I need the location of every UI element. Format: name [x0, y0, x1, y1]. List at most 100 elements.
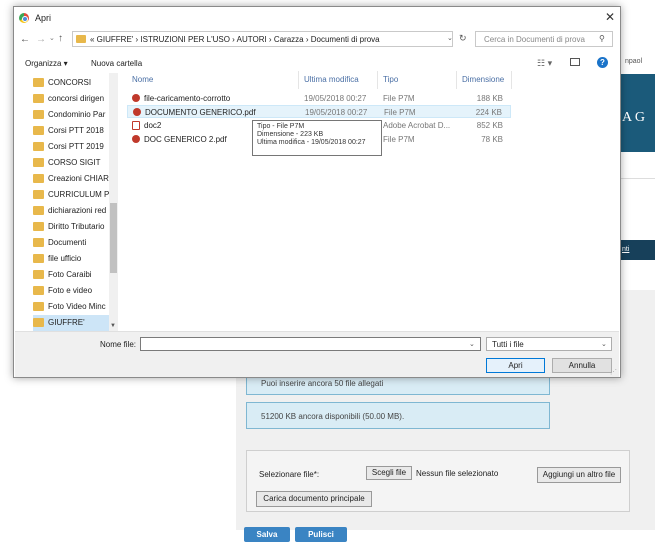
file-modified: 19/05/2018 00:27	[305, 108, 368, 117]
sidebar-folder-item[interactable]: concorsi dirigen	[33, 91, 117, 107]
chrome-icon	[19, 13, 29, 23]
folder-icon	[76, 35, 86, 43]
file-row[interactable]: file-caricamento-corrotto 19/05/2018 00:2…	[127, 92, 511, 105]
folder-icon	[33, 142, 44, 151]
search-icon: ⚲	[599, 34, 605, 43]
folder-icon	[33, 270, 44, 279]
sidebar-item-label: Foto e video	[48, 286, 93, 295]
cancel-button[interactable]: Annulla	[552, 358, 612, 373]
sidebar-item-label: Condominio Par	[48, 110, 106, 119]
save-button[interactable]: Salva	[244, 527, 290, 542]
breadcrumb[interactable]: « GIUFFRE' › ISTRUZIONI PER L'USO › AUTO…	[90, 35, 380, 44]
navigation-pane: CONCORSI concorsi dirigen Condominio Par Co…	[15, 73, 117, 331]
sidebar-item-label: dichiarazioni red	[48, 206, 107, 215]
view-options-icon[interactable]: ☷ ▾	[537, 58, 552, 69]
column-divider	[298, 71, 299, 89]
scrollbar-thumb[interactable]	[110, 203, 117, 273]
sidebar-folder-item[interactable]: Diritto Tributario	[33, 219, 117, 235]
sidebar-folder-item[interactable]: Corsi PTT 2018	[33, 123, 117, 139]
file-row[interactable]: DOCUMENTO GENERICO.pdf 19/05/2018 00:27 Fi…	[127, 105, 511, 118]
background-divider	[620, 178, 655, 179]
close-icon[interactable]: ✕	[605, 10, 615, 24]
choose-file-button[interactable]: Scegli file	[366, 466, 412, 480]
open-button[interactable]: Apri	[486, 358, 545, 373]
sidebar-item-label: concorsi dirigen	[48, 94, 105, 103]
sidebar-item-label: Corsi PTT 2018	[48, 126, 104, 135]
add-another-file-button[interactable]: Aggiungi un altro file	[537, 467, 621, 483]
folder-icon	[33, 318, 44, 327]
tooltip-type: Tipo - File P7M	[257, 123, 305, 130]
file-name: DOCUMENTO GENERICO.pdf	[145, 108, 256, 117]
column-divider	[511, 71, 512, 89]
sidebar-item-label: Diritto Tributario	[48, 222, 105, 231]
column-header-size[interactable]: Dimensione	[462, 75, 504, 84]
file-tooltip: Tipo - File P7M Dimensione - 223 KB Ulti…	[252, 120, 382, 156]
file-size: 78 KB	[481, 135, 503, 144]
column-divider	[456, 71, 457, 89]
column-header-type[interactable]: Tipo	[383, 75, 398, 84]
file-type: File P7M	[383, 94, 415, 103]
sidebar-item-label: Corsi PTT 2019	[48, 142, 104, 151]
sidebar-folder-item[interactable]: Condominio Par	[33, 107, 117, 123]
sidebar-folder-item[interactable]: Corsi PTT 2019	[33, 139, 117, 155]
recent-locations-chevron-icon[interactable]: ⌄	[49, 34, 55, 42]
sidebar-folder-item[interactable]: CORSO SIGIT	[33, 155, 117, 171]
sidebar-folder-item[interactable]: CONCORSI	[33, 75, 117, 91]
up-arrow-icon[interactable]: ↑	[58, 33, 63, 44]
column-header-name[interactable]: Nome	[132, 75, 153, 84]
space-available-box: 51200 KB ancora disponibili (50.00 MB).	[246, 402, 550, 429]
file-type: File P7M	[383, 135, 415, 144]
scroll-down-icon[interactable]: ▼	[110, 323, 116, 329]
file-modified: 19/05/2018 00:27	[304, 94, 367, 103]
sidebar-folder-item[interactable]: Foto Caraibi	[33, 267, 117, 283]
folder-icon	[33, 254, 44, 263]
folder-icon	[33, 110, 44, 119]
clear-button[interactable]: Pulisci	[295, 527, 347, 542]
dialog-title: Apri	[35, 13, 52, 23]
forward-arrow-icon[interactable]: →	[36, 34, 46, 45]
resize-grip-icon[interactable]: ⋰	[610, 368, 617, 376]
column-divider	[377, 71, 378, 89]
organize-menu[interactable]: Organizza ▾	[25, 59, 68, 68]
refresh-icon[interactable]: ↻	[459, 33, 467, 44]
help-icon[interactable]: ?	[597, 57, 608, 68]
address-chevron-down-icon[interactable]: ⌄	[447, 34, 453, 42]
sidebar-folder-item[interactable]: Foto Video Minc	[33, 299, 117, 315]
file-name: DOC GENERICO 2.pdf	[144, 135, 227, 144]
sidebar-item-label: file ufficio	[48, 254, 82, 263]
column-header-modified[interactable]: Ultima modifica	[304, 75, 359, 84]
folder-icon	[33, 174, 44, 183]
file-type: File P7M	[384, 108, 416, 117]
new-folder-button[interactable]: Nuova cartella	[91, 59, 142, 68]
sidebar-folder-item[interactable]: Creazioni CHIAR	[33, 171, 117, 187]
filename-input[interactable]	[140, 337, 481, 351]
folder-icon	[33, 190, 44, 199]
sidebar-folder-item[interactable]: Foto e video	[33, 283, 117, 299]
sidebar-item-label: CONCORSI	[48, 78, 92, 87]
background-tab-link[interactable]: nti	[622, 246, 629, 253]
navigation-scrollbar[interactable]: ▼	[109, 73, 118, 331]
upload-main-document-button[interactable]: Carica documento principale	[256, 491, 372, 507]
file-size: 224 KB	[475, 108, 502, 117]
pdf-icon	[132, 121, 140, 130]
sidebar-folder-item[interactable]: CURRICULUM PI	[33, 187, 117, 203]
open-file-dialog: Apri ✕ ← → ⌄ ↑ « GIUFFRE' › ISTRUZIONI P…	[13, 6, 621, 378]
p7m-icon	[132, 94, 140, 102]
folder-icon	[33, 286, 44, 295]
filetype-select[interactable]: Tutti i file ⌄	[486, 337, 612, 351]
background-banner-text: A G	[622, 110, 645, 125]
tooltip-size: Dimensione - 223 KB	[257, 131, 324, 138]
sidebar-folder-item[interactable]: file ufficio	[33, 251, 117, 267]
preview-pane-icon[interactable]	[570, 58, 580, 66]
sidebar-folder-item[interactable]: Documenti	[33, 235, 117, 251]
folder-icon	[33, 206, 44, 215]
address-bar[interactable]: « GIUFFRE' › ISTRUZIONI PER L'USO › AUTO…	[72, 31, 453, 47]
filename-chevron-down-icon[interactable]: ⌄	[469, 340, 475, 348]
sidebar-folder-item[interactable]: GIUFFRE'	[33, 315, 117, 331]
sidebar-item-label: Foto Caraibi	[48, 270, 92, 279]
search-input[interactable]: Cerca in Documenti di prova ⚲	[475, 31, 613, 47]
folder-icon	[33, 302, 44, 311]
file-name: file-caricamento-corrotto	[144, 94, 231, 103]
sidebar-folder-item[interactable]: dichiarazioni red	[33, 203, 117, 219]
back-arrow-icon[interactable]: ←	[20, 34, 30, 45]
